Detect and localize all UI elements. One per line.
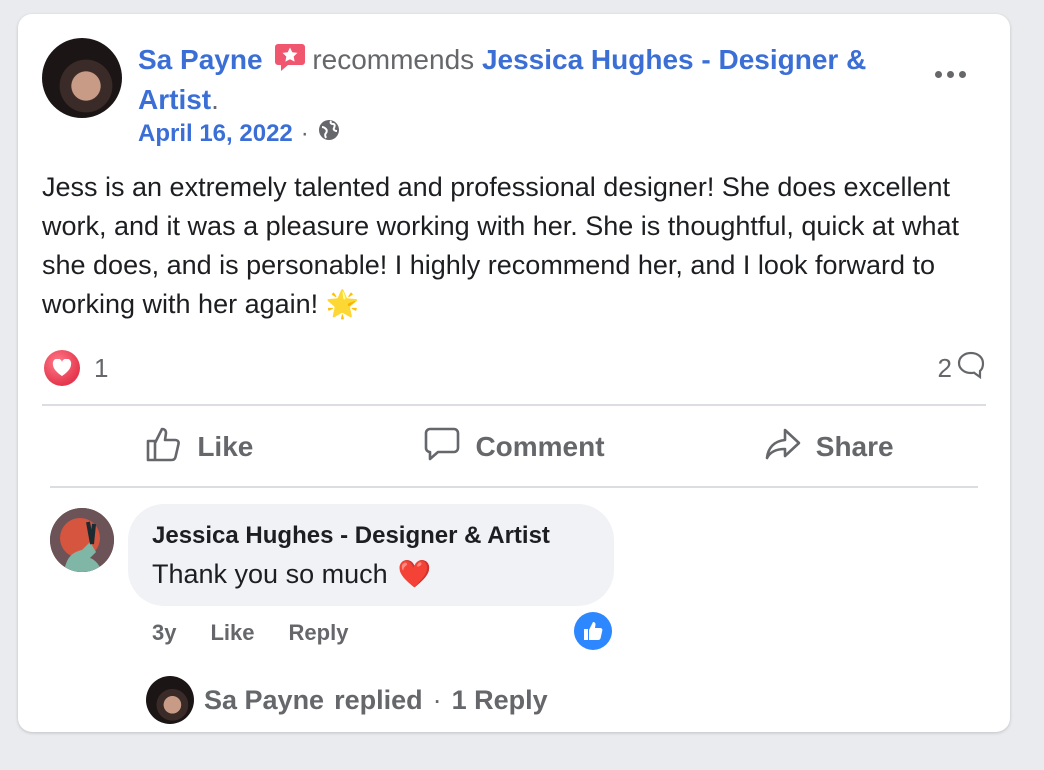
reply-author-avatar (146, 676, 194, 724)
comment-meta: 3y Like Reply (152, 620, 348, 646)
view-replies-link[interactable]: Sa Payne replied · 1 Reply (146, 676, 548, 724)
red-heart-emoji: ❤️ (397, 559, 432, 589)
more-options-button[interactable] (924, 56, 976, 92)
post-body: Jess is an extremely talented and profes… (42, 168, 962, 324)
reply-author-name: Sa Payne (204, 684, 325, 715)
comment-button[interactable]: Comment (357, 416, 672, 478)
comment-icon (423, 425, 461, 470)
like-button-label: Like (197, 431, 254, 462)
comments-count[interactable]: 2 (938, 350, 986, 387)
reactions-summary[interactable]: 1 (44, 350, 108, 386)
post-date-link[interactable]: April 16, 2022 (138, 120, 293, 148)
share-arrow-icon (764, 425, 802, 470)
commenter-avatar[interactable] (50, 508, 114, 572)
header-period: . (211, 84, 219, 115)
replied-text: replied (334, 684, 423, 715)
share-button-label: Share (815, 431, 894, 462)
comment-button-label: Comment (475, 431, 605, 462)
thumbs-up-icon (145, 425, 183, 470)
actions-bottom-divider (50, 486, 978, 488)
recommendation-star-icon (274, 41, 306, 73)
like-button[interactable]: Like (42, 416, 357, 478)
author-avatar[interactable] (42, 38, 122, 118)
comment-text-content: Thank you so much (152, 558, 388, 589)
comment-bubble-icon (956, 350, 986, 387)
comment-like-link[interactable]: Like (210, 620, 254, 646)
love-reaction-icon (44, 350, 80, 386)
comment-timestamp[interactable]: 3y (152, 620, 176, 646)
comment-bubble: Jessica Hughes - Designer & Artist Thank… (128, 504, 614, 606)
date-separator: · (300, 119, 309, 147)
comment-like-reaction-icon[interactable] (574, 612, 612, 650)
more-dot-icon (934, 70, 942, 78)
author-name-link[interactable]: Sa Payne (138, 44, 263, 75)
replies-separator: · (432, 684, 442, 715)
reaction-count: 1 (94, 352, 109, 383)
post-dateline: April 16, 2022 · (138, 118, 341, 149)
comment-author-link[interactable]: Jessica Hughes - Designer & Artist (152, 522, 550, 550)
globe-icon (317, 118, 341, 149)
comment-count-number: 2 (937, 353, 952, 383)
share-button[interactable]: Share (671, 416, 986, 478)
glowing-star-emoji: 🌟 (325, 289, 360, 319)
more-dot-icon (958, 70, 966, 78)
comment-text: Thank you so much ❤️ (152, 558, 431, 590)
recommends-text: recommends (312, 44, 475, 75)
actions-top-divider (42, 404, 986, 406)
replies-count: 1 Reply (451, 684, 548, 715)
post-card: Sa Payne recommends Jessica Hughes - Des… (18, 14, 1010, 732)
more-dot-icon (946, 70, 954, 78)
post-actions-bar: Like Comment Share (42, 416, 986, 478)
post-body-text: Jess is an extremely talented and profes… (42, 172, 959, 319)
post-header: Sa Payne recommends Jessica Hughes - Des… (138, 40, 918, 120)
comment-reply-link[interactable]: Reply (289, 620, 349, 646)
